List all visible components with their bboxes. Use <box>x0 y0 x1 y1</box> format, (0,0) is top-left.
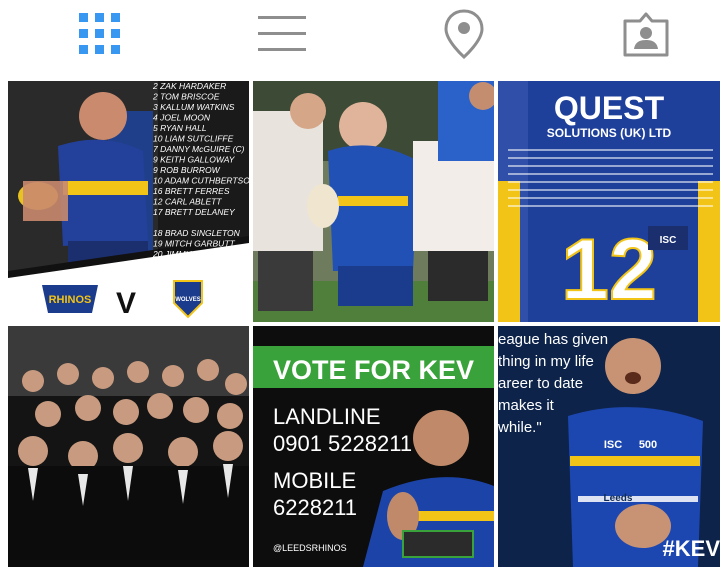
quote-line: areer to date <box>498 375 583 392</box>
post-tile-quote[interactable]: ISC 500 Leeds eague has given thing in my… <box>498 326 720 567</box>
post-team-photo-image <box>8 326 249 567</box>
sponsor-name-text: QUEST <box>554 90 665 126</box>
grid-icon <box>79 13 120 54</box>
landline-number: 0901 5228211 <box>273 431 412 456</box>
post-lineup-image: RHINOS V WOLVES 2 ZAK HARDAKER2 TOM BRIS… <box>8 81 249 322</box>
lineup-line: 5 RYAN HALL <box>153 123 207 133</box>
jersey-sponsor-text: ISC <box>604 439 622 451</box>
post-quote-image: ISC 500 Leeds eague has given thing in my… <box>498 326 720 567</box>
lineup-line: 10 ADAM CUTHBERTSON <box>153 176 249 186</box>
lineup-line: 18 BRAD SINGLETON <box>153 228 241 238</box>
post-tile-shirt[interactable]: QUEST SOLUTIONS (UK) LTD 12 ISC <box>498 81 720 322</box>
sponsor-badge-text: ISC <box>660 235 677 246</box>
list-icon <box>258 16 306 51</box>
shirt-number-text: 12 <box>561 222 657 318</box>
lineup-line: 25 JORDAN LILLEY <box>152 260 231 270</box>
sponsor-sub-text: SOLUTIONS (UK) LTD <box>547 126 672 140</box>
profile-view-tabs <box>0 0 720 72</box>
quote-line: makes it <box>498 397 555 414</box>
lineup-line: 16 BRETT FERRES <box>153 186 230 196</box>
quote-line: while." <box>498 419 542 436</box>
versus-text: V <box>116 287 136 320</box>
lineup-line: 17 BRETT DELANEY <box>153 207 236 217</box>
lineup-line: 10 LIAM SUTCLIFFE <box>153 134 234 144</box>
post-tile-vote[interactable]: VOTE FOR KEV LANDLINE 0901 5228211 MOBIL… <box>253 326 494 567</box>
away-badge-text: WOLVES <box>175 297 201 303</box>
quote-line: thing in my life <box>498 353 594 370</box>
post-tile-lineup[interactable]: RHINOS V WOLVES 2 ZAK HARDAKER 2 TOM BRIS… <box>8 81 249 322</box>
photo-grid: RHINOS V WOLVES 2 ZAK HARDAKER 2 TOM BRIS… <box>0 80 720 570</box>
lineup-line: 2 TOM BRISCOE <box>152 92 220 102</box>
tab-grid-view[interactable] <box>60 6 140 62</box>
handle-text: @LEEDSRHINOS <box>273 543 347 553</box>
mobile-number: 6228211 <box>273 495 357 520</box>
location-pin-icon <box>444 9 484 60</box>
tagged-person-icon <box>623 12 669 57</box>
post-vote-image: VOTE FOR KEV LANDLINE 0901 5228211 MOBIL… <box>253 326 494 567</box>
home-badge-text: RHINOS <box>49 294 92 306</box>
quote-line: eague has given <box>498 331 608 348</box>
lineup-line: 4 JOEL MOON <box>153 113 211 123</box>
lineup-line: 2 ZAK HARDAKER <box>152 81 226 91</box>
post-tile-team-photo[interactable] <box>8 326 249 567</box>
lineup-line: 9 KEITH GALLOWAY <box>153 155 236 165</box>
mobile-label: MOBILE <box>273 468 356 493</box>
post-tile-match-action[interactable] <box>253 81 494 322</box>
lineup-line: 3 KALLUM WATKINS <box>153 102 235 112</box>
tab-location-view[interactable] <box>424 6 504 62</box>
lineup-line: 12 CARL ABLETT <box>153 197 222 207</box>
tab-list-view[interactable] <box>242 6 322 62</box>
lineup-line: 19 MITCH GARBUTT <box>153 239 236 249</box>
lineup-line: 9 ROB BURROW <box>153 165 221 175</box>
landline-label: LANDLINE <box>273 404 381 429</box>
vote-headline: VOTE FOR KEV <box>273 355 474 385</box>
post-match-action-image <box>253 81 494 322</box>
hashtag-text: #KEV <box>663 536 720 561</box>
jersey-number-text: 500 <box>639 439 657 451</box>
lineup-line: 20 JIMMY KEINHORST <box>152 249 244 259</box>
lineup-line: 7 DANNY McGUIRE (C) <box>153 144 245 154</box>
tab-tagged-view[interactable] <box>606 6 686 62</box>
post-shirt-image: QUEST SOLUTIONS (UK) LTD 12 ISC <box>498 81 720 322</box>
jersey-brand-text: Leeds <box>604 493 633 504</box>
